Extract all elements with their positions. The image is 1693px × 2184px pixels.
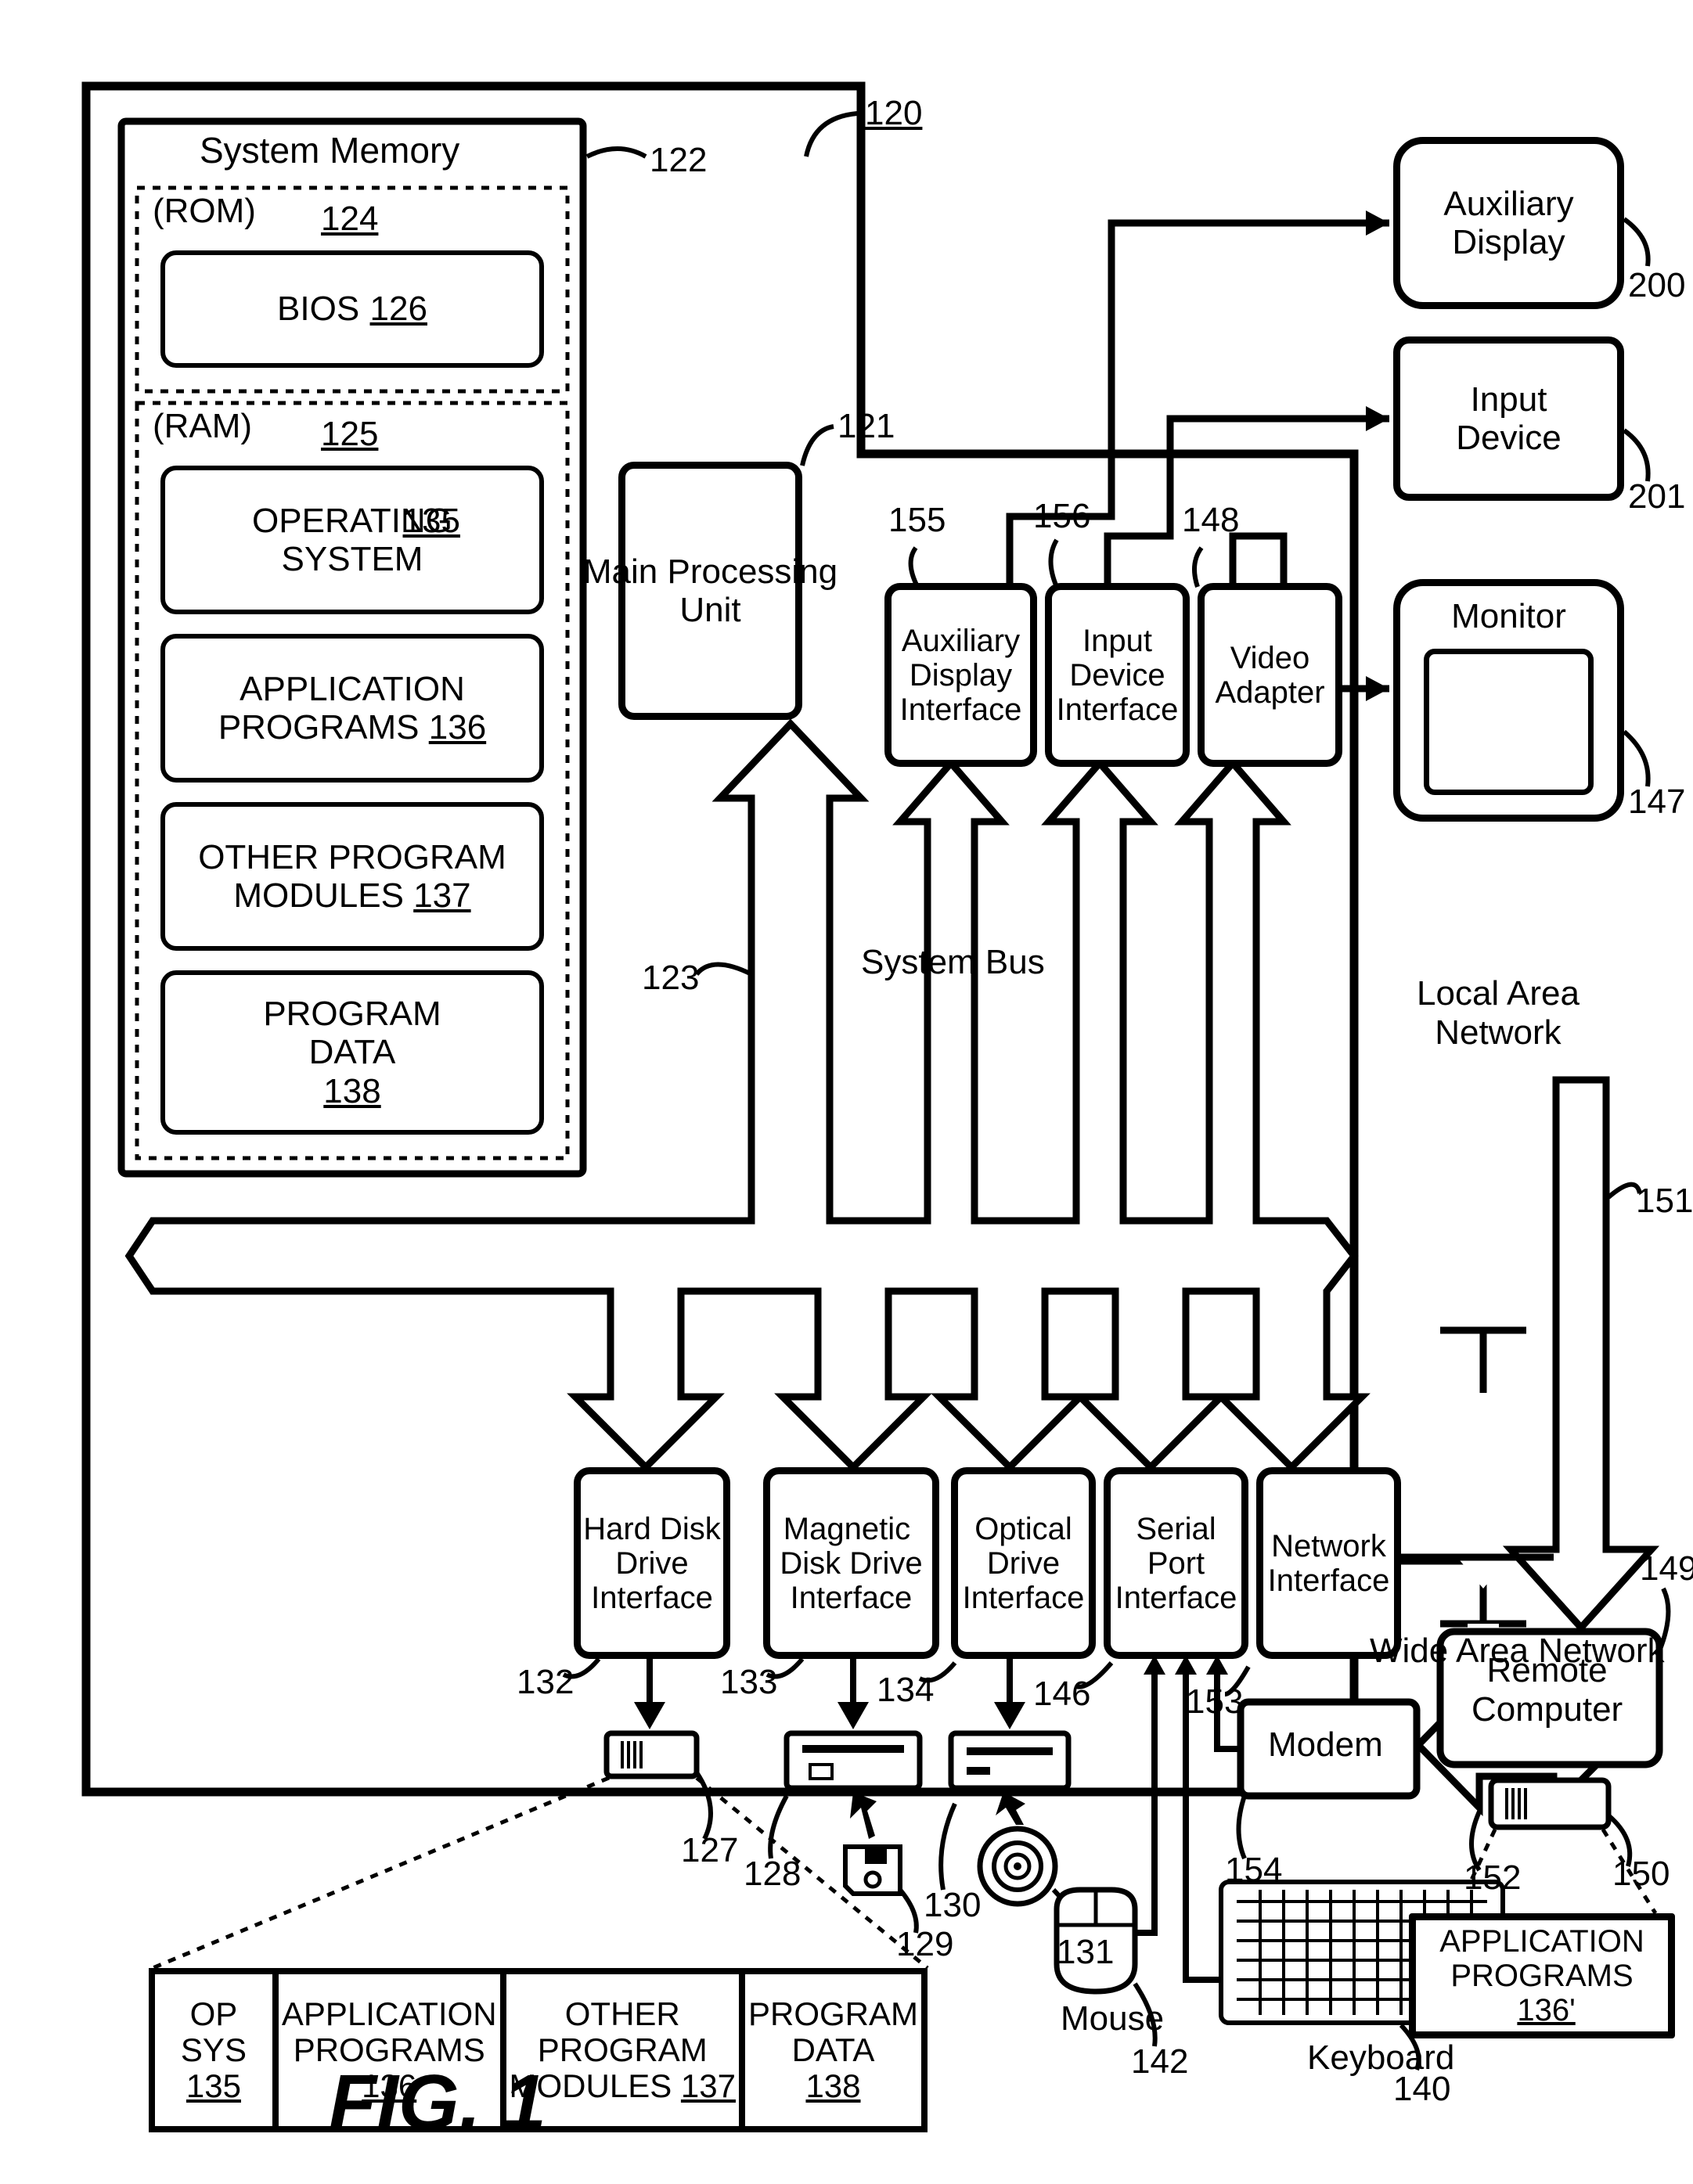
ref-155: 155 bbox=[888, 501, 946, 540]
ref-152: 152 bbox=[1464, 1858, 1521, 1898]
in-dev-box: Input Device bbox=[1393, 336, 1624, 501]
odi-box: Optical Drive Interface bbox=[951, 1467, 1096, 1659]
ref-136p: 136' bbox=[1517, 1993, 1575, 2027]
pdata-box: PROGRAM DATA 138 bbox=[160, 970, 544, 1135]
ref-137: 137 bbox=[413, 876, 470, 915]
ref-132: 132 bbox=[517, 1663, 574, 1702]
cpu-label: Main Processing Unit bbox=[583, 552, 837, 630]
modem-label: Modem bbox=[1268, 1725, 1383, 1765]
sys-mem-title: System Memory bbox=[200, 129, 459, 171]
ni-label: Network Interface bbox=[1268, 1529, 1390, 1598]
ref-120: 120 bbox=[865, 94, 922, 133]
mods-box: OTHER PROGRAM MODULES 137 bbox=[160, 802, 544, 951]
monitor-box: Monitor bbox=[1393, 579, 1624, 822]
lan-label: Local Area Network bbox=[1417, 974, 1580, 1052]
bt-c1: OP SYS bbox=[158, 1996, 269, 2068]
bios-label: BIOS bbox=[277, 290, 359, 328]
odi-label: Optical Drive Interface bbox=[963, 1512, 1085, 1615]
bt-c4-ref: 138 bbox=[805, 2068, 860, 2104]
app-label: APPLICATION PROGRAMS bbox=[218, 670, 465, 747]
ref-127: 127 bbox=[681, 1831, 738, 1870]
bios-box: BIOS 126 bbox=[160, 250, 544, 368]
monitor-screen bbox=[1424, 649, 1594, 795]
bus-label: System Bus bbox=[861, 943, 1045, 982]
ref-126: 126 bbox=[370, 290, 427, 328]
pdata-label: PROGRAM DATA bbox=[263, 995, 441, 1071]
ram-label: (RAM) bbox=[153, 407, 252, 446]
remote-app-box: APPLICATION PROGRAMS 136' bbox=[1409, 1913, 1675, 2038]
ref-142: 142 bbox=[1131, 2042, 1188, 2081]
cpu-box: Main Processing Unit bbox=[618, 462, 802, 720]
diagram-canvas: 120 System Memory 122 (ROM) 124 BIOS 126… bbox=[16, 16, 1693, 2168]
ref-134: 134 bbox=[877, 1671, 934, 1710]
rom-label: (ROM) bbox=[153, 192, 256, 231]
ref-201: 201 bbox=[1628, 477, 1685, 516]
ref-150: 150 bbox=[1612, 1855, 1670, 1894]
ref-149: 149 bbox=[1640, 1549, 1693, 1589]
ref-140: 140 bbox=[1393, 2070, 1450, 2109]
ref-146: 146 bbox=[1033, 1675, 1090, 1714]
ref-124: 124 bbox=[321, 200, 378, 239]
vid-label: Video Adapter bbox=[1215, 641, 1324, 710]
bt-c3-ref: 137 bbox=[681, 2067, 736, 2104]
ref-131: 131 bbox=[1057, 1933, 1114, 1972]
aux-if-box: Auxiliary Display Interface bbox=[884, 583, 1037, 767]
figure-label: FIG. 1 bbox=[329, 2058, 546, 2148]
ref-156: 156 bbox=[1033, 497, 1090, 536]
aux-disp-label: Auxiliary Display bbox=[1443, 185, 1573, 262]
ref-154: 154 bbox=[1225, 1851, 1282, 1890]
ref-200: 200 bbox=[1628, 266, 1685, 305]
ref-135: 135 bbox=[403, 502, 460, 540]
app-box: APPLICATION PROGRAMS 136 bbox=[160, 634, 544, 783]
vid-box: Video Adapter bbox=[1198, 583, 1342, 767]
ref-123: 123 bbox=[642, 959, 699, 998]
in-dev-label: Input Device bbox=[1456, 380, 1562, 458]
ref-133: 133 bbox=[720, 1663, 777, 1702]
ref-130: 130 bbox=[924, 1886, 981, 1925]
mouse-label: Mouse bbox=[1061, 1999, 1164, 2038]
ref-147: 147 bbox=[1628, 783, 1685, 822]
ref-128: 128 bbox=[744, 1855, 801, 1894]
ref-129: 129 bbox=[896, 1925, 953, 1964]
hdi-box: Hard Disk Drive Interface bbox=[574, 1467, 730, 1659]
spi-label: Serial Port Interface bbox=[1115, 1512, 1237, 1615]
in-if-label: Input Device Interface bbox=[1057, 624, 1179, 727]
aux-disp-box: Auxiliary Display bbox=[1393, 137, 1624, 309]
ref-148: 148 bbox=[1182, 501, 1239, 540]
ref-138: 138 bbox=[323, 1072, 380, 1110]
ref-153: 153 bbox=[1186, 1682, 1243, 1722]
in-if-box: Input Device Interface bbox=[1045, 583, 1190, 767]
spi-box: Serial Port Interface bbox=[1104, 1467, 1248, 1659]
bt-c1-ref: 135 bbox=[186, 2068, 241, 2104]
ref-136: 136 bbox=[429, 708, 486, 747]
bt-c4: PROGRAM DATA bbox=[748, 1996, 918, 2068]
os-box: OPERATING SYSTEM 135 bbox=[160, 466, 544, 614]
ref-125: 125 bbox=[321, 415, 378, 454]
ref-151: 151 bbox=[1636, 1182, 1693, 1221]
ref-122: 122 bbox=[650, 141, 707, 180]
hdi-label: Hard Disk Drive Interface bbox=[583, 1512, 721, 1615]
monitor-label: Monitor bbox=[1414, 597, 1603, 636]
mdi-box: Magnetic Disk Drive Interface bbox=[763, 1467, 939, 1659]
remote-app-label: APPLICATION PROGRAMS bbox=[1439, 1924, 1644, 1993]
ni-box: Network Interface bbox=[1256, 1467, 1401, 1659]
ref-121: 121 bbox=[837, 407, 895, 446]
remote-label: Remote Computer bbox=[1471, 1651, 1623, 1729]
mdi-label: Magnetic Disk Drive Interface bbox=[780, 1512, 922, 1615]
aux-if-label: Auxiliary Display Interface bbox=[900, 624, 1022, 727]
